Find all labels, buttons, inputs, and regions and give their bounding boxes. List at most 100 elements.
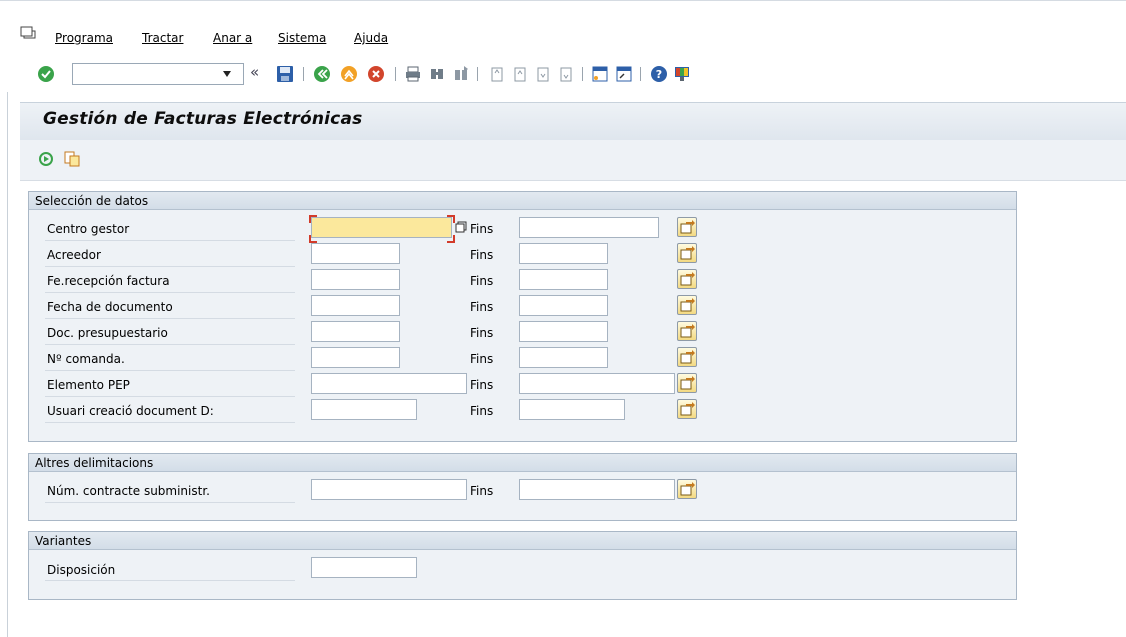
multiple-selection-button[interactable] <box>677 373 697 393</box>
contracte-from-input[interactable] <box>311 479 467 500</box>
group-variantes: Variantes <box>28 531 1017 600</box>
fecha-documento-to-input[interactable] <box>519 295 608 316</box>
group-header: Variantes <box>29 532 1016 550</box>
shortcut-icon[interactable] <box>615 65 633 83</box>
dropdown-icon[interactable] <box>222 70 232 78</box>
multiple-selection-button[interactable] <box>677 217 697 237</box>
label-disposicion: Disposición <box>47 563 116 577</box>
value-help-icon[interactable] <box>455 221 467 233</box>
group-header: Selección de datos <box>29 192 1016 210</box>
label-n-comanda: Nº comanda. <box>47 352 125 366</box>
centro-gestor-to-input[interactable] <box>519 217 659 238</box>
execute-icon[interactable] <box>38 150 56 168</box>
menu-ajuda[interactable]: Ajuda <box>354 31 388 45</box>
label-fins: Fins <box>470 300 494 314</box>
check-icon[interactable] <box>37 65 55 83</box>
find-next-icon[interactable] <box>452 65 470 83</box>
group-title: Selección de datos <box>35 194 149 208</box>
customize-layout-icon[interactable] <box>673 65 691 83</box>
label-fecha-de-documento: Fecha de documento <box>47 300 173 314</box>
multiple-selection-button[interactable] <box>677 243 697 263</box>
acreedor-from-input[interactable] <box>311 243 400 264</box>
menu-programa[interactable]: Programa <box>55 31 113 45</box>
separator <box>303 67 304 81</box>
next-page-icon[interactable] <box>534 65 552 83</box>
label-fins: Fins <box>470 352 494 366</box>
focus-corner <box>447 235 455 243</box>
multiple-selection-button[interactable] <box>677 295 697 315</box>
previous-page-icon[interactable] <box>511 65 529 83</box>
multiple-selection-icon <box>680 350 695 364</box>
application-toolbar <box>20 140 1126 181</box>
multiple-selection-button[interactable] <box>677 321 697 341</box>
fecha-documento-from-input[interactable] <box>311 295 400 316</box>
elemento-pep-from-input[interactable] <box>311 373 467 394</box>
focus-corner <box>309 215 317 223</box>
menu-icon[interactable] <box>20 26 36 40</box>
doc-presupuestario-to-input[interactable] <box>519 321 608 342</box>
get-variant-icon[interactable] <box>63 150 81 168</box>
comanda-from-input[interactable] <box>311 347 400 368</box>
focus-corner <box>309 235 317 243</box>
label-fins: Fins <box>470 326 494 340</box>
group-header: Altres delimitacions <box>29 454 1016 472</box>
left-border <box>7 92 8 637</box>
label-centro-gestor: Centro gestor <box>47 222 130 236</box>
separator <box>477 67 478 81</box>
centro-gestor-from-input[interactable] <box>311 217 452 238</box>
separator <box>640 67 641 81</box>
multiple-selection-icon <box>680 220 695 234</box>
back-chevrons-icon[interactable]: « <box>250 63 259 81</box>
label-fins: Fins <box>470 378 494 392</box>
usuari-from-input[interactable] <box>311 399 417 420</box>
multiple-selection-button[interactable] <box>677 399 697 419</box>
fe-recepcion-from-input[interactable] <box>311 269 400 290</box>
disposicion-input[interactable] <box>311 557 417 578</box>
multiple-selection-icon <box>680 246 695 260</box>
print-icon[interactable] <box>404 65 422 83</box>
multiple-selection-icon <box>680 376 695 390</box>
multiple-selection-button[interactable] <box>677 269 697 289</box>
label-num-contracte: Núm. contracte subministr. <box>47 484 210 498</box>
multiple-selection-icon <box>680 482 695 496</box>
label-acreedor: Acreedor <box>47 248 101 262</box>
multiple-selection-button[interactable] <box>677 347 697 367</box>
label-fe-recepcion-factura: Fe.recepción factura <box>47 274 170 288</box>
last-page-icon[interactable] <box>557 65 575 83</box>
help-icon[interactable]: ? <box>650 65 668 83</box>
comanda-to-input[interactable] <box>519 347 608 368</box>
label-usuari-creacio: Usuari creació document D: <box>47 404 214 418</box>
focus-corner <box>447 215 455 223</box>
usuari-to-input[interactable] <box>519 399 625 420</box>
label-elemento-pep: Elemento PEP <box>47 378 130 392</box>
new-session-icon[interactable] <box>591 65 609 83</box>
fe-recepcion-to-input[interactable] <box>519 269 608 290</box>
menu-sistema[interactable]: Sistema <box>278 31 326 45</box>
page-title: Gestión de Facturas Electrónicas <box>43 109 363 129</box>
doc-presupuestario-from-input[interactable] <box>311 321 400 342</box>
label-fins: Fins <box>470 484 494 498</box>
command-field[interactable] <box>72 63 244 85</box>
acreedor-to-input[interactable] <box>519 243 608 264</box>
first-page-icon[interactable] <box>488 65 506 83</box>
find-icon[interactable] <box>428 65 446 83</box>
svg-text:?: ? <box>656 68 662 81</box>
save-icon[interactable] <box>276 65 294 83</box>
multiple-selection-button[interactable] <box>677 479 697 499</box>
menu-anar-a[interactable]: Anar a <box>213 31 252 45</box>
back-icon[interactable] <box>313 65 331 83</box>
label-fins: Fins <box>470 404 494 418</box>
label-doc-presupuestario: Doc. presupuestario <box>47 326 168 340</box>
menu-tractar[interactable]: Tractar <box>142 31 183 45</box>
label-fins: Fins <box>470 248 494 262</box>
cancel-icon[interactable] <box>367 65 385 83</box>
elemento-pep-to-input[interactable] <box>519 373 675 394</box>
exit-icon[interactable] <box>340 65 358 83</box>
multiple-selection-icon <box>680 402 695 416</box>
menu-bar <box>0 0 1126 57</box>
contracte-to-input[interactable] <box>519 479 675 500</box>
group-title: Variantes <box>35 534 92 548</box>
separator <box>395 67 396 81</box>
separator <box>582 67 583 81</box>
multiple-selection-icon <box>680 272 695 286</box>
